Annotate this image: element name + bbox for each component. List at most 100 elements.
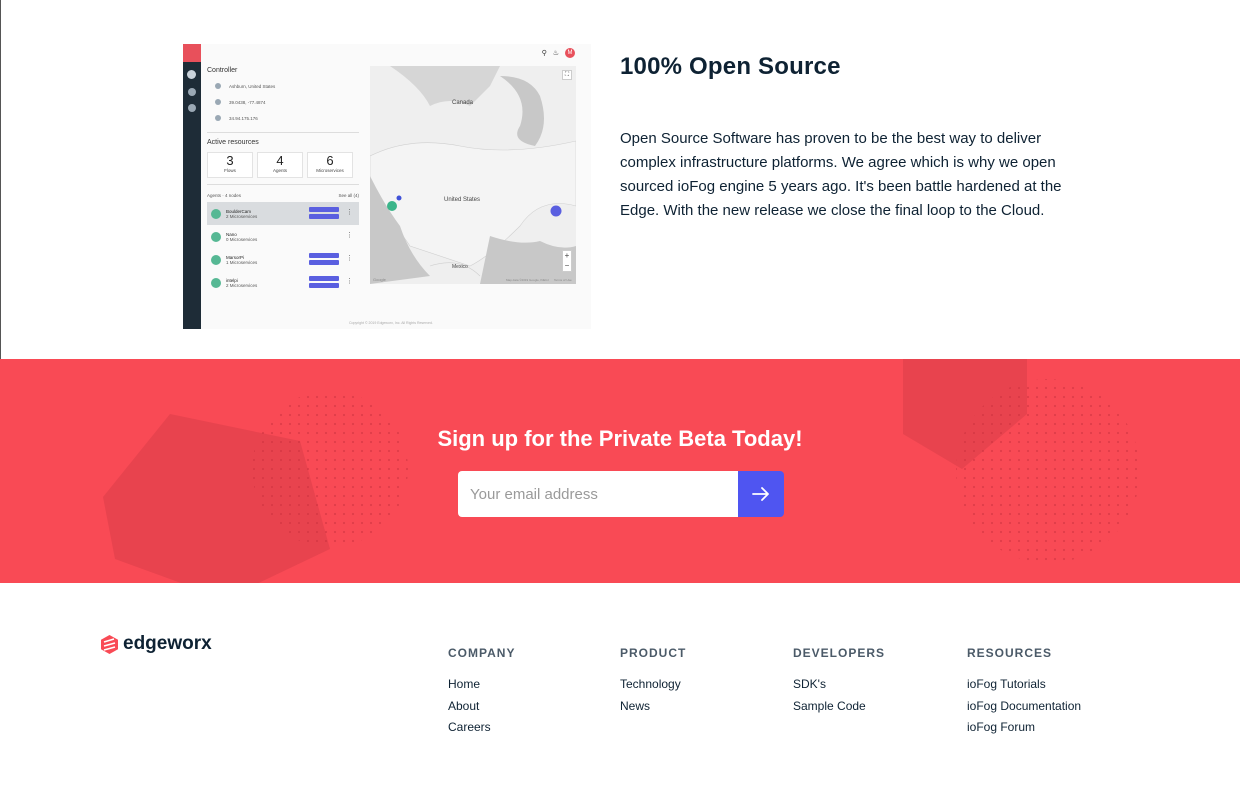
map-cluster-badge (396, 195, 402, 201)
more-options-icon[interactable]: ⋮ (346, 277, 353, 285)
map-data-label: Map data ©2019 Google, INEGI (506, 278, 549, 282)
stat-agents[interactable]: 4 Agents (257, 152, 303, 178)
screenshot-copyright: Copyright © 2019 Edgeworx, Inc. All Righ… (349, 321, 433, 325)
stat-label: Microservices (316, 168, 344, 173)
map-google-label: Google (373, 277, 387, 282)
controller-heading: Controller (207, 67, 238, 74)
agent-sub: 1 Microservices (226, 259, 258, 265)
network-icon (215, 115, 221, 121)
footer-link-careers[interactable]: Careers (448, 720, 515, 734)
agent-avatar (211, 277, 221, 288)
brand-logo[interactable]: edgeworx (101, 633, 212, 655)
agent-avatar (211, 231, 221, 242)
active-resources-heading: Active resources (207, 139, 259, 146)
signup-title: Sign up for the Private Beta Today! (437, 426, 803, 451)
agents-header: Agents · 4 nodes See all (4) (207, 193, 359, 198)
stat-label: Flows (224, 168, 236, 173)
map-label-us: United States (444, 197, 480, 203)
zoom-controls: + − (562, 250, 572, 272)
map-label-canada: Canada (452, 100, 474, 106)
signup-form (458, 471, 784, 517)
brand-name: edgeworx (123, 633, 212, 654)
controller-coordinates: 39.0438, -77.4874 (229, 99, 266, 105)
footer-column-developers: DEVELOPERS SDK's Sample Code (793, 646, 885, 720)
more-options-icon[interactable]: ⋮ (346, 231, 353, 239)
email-input[interactable] (458, 471, 738, 517)
map-marker-west (387, 201, 397, 211)
footer-link-technology[interactable]: Technology (620, 677, 686, 691)
agent-row[interactable]: intelpi 2 Microservices ⋮ (207, 271, 359, 294)
edgeworx-logo-icon (101, 634, 118, 654)
avatar-icon: M (565, 48, 575, 58)
more-options-icon[interactable]: ⋮ (346, 208, 353, 216)
agent-avatar (211, 254, 221, 265)
search-icon: ⚲ (541, 50, 547, 57)
footer-link-sdks[interactable]: SDK's (793, 677, 885, 691)
crosshair-icon (215, 99, 221, 105)
microservice-tag (309, 276, 339, 281)
arrow-right-icon (752, 487, 769, 501)
footer-heading: RESOURCES (967, 646, 1053, 660)
map-label-mexico: Mexico (452, 264, 468, 270)
map-marker-east (550, 205, 562, 217)
bell-icon: ♨ (552, 50, 559, 57)
agents-heading: Agents · 4 nodes (207, 193, 242, 198)
agent-row[interactable]: Nano 0 Microservices ⋮ (207, 225, 359, 248)
footer-link-iofog-forum[interactable]: ioFog Forum (967, 720, 1081, 734)
footer-column-company: COMPANY Home About Careers (448, 646, 515, 742)
screenshot-sidebar (183, 44, 201, 329)
footer-link-iofog-documentation[interactable]: ioFog Documentation (967, 699, 1081, 713)
divider (207, 184, 359, 185)
site-footer: edgeworx COMPANY Home About Careers PROD… (0, 583, 1240, 800)
footer-link-iofog-tutorials[interactable]: ioFog Tutorials (967, 677, 1081, 691)
dashboard-icon (187, 70, 196, 79)
footer-link-news[interactable]: News (620, 699, 686, 713)
map-graphic: Canada United States Mexico Google Map d… (370, 66, 576, 284)
screenshot-topbar: ⚲ ♨ M (542, 48, 575, 58)
feature-description: Open Source Software has proven to be th… (620, 130, 1062, 219)
dot-pattern-left (252, 391, 408, 547)
location-icon (215, 83, 221, 89)
agent-avatar (211, 208, 221, 219)
feature-title: 100% Open Source (620, 53, 841, 80)
zoom-in-icon[interactable]: + (563, 251, 571, 261)
divider (207, 132, 359, 133)
fullscreen-icon[interactable]: ⛶ (562, 70, 572, 80)
resource-stats: 3 Flows 4 Agents 6 Microservices (207, 152, 359, 178)
microservice-tag (309, 283, 339, 288)
footer-column-product: PRODUCT Technology News (620, 646, 686, 720)
feature-section: ⚲ ♨ M Controller Ashburn, United States … (0, 0, 1240, 359)
footer-heading: PRODUCT (620, 646, 687, 660)
stat-value: 4 (276, 153, 284, 168)
submit-button[interactable] (738, 471, 784, 517)
agent-row[interactable]: BoulderCam 2 Microservices ⋮ (207, 202, 359, 225)
agent-row[interactable]: MarsorPi 1 Microservices ⋮ (207, 248, 359, 271)
footer-link-sample-code[interactable]: Sample Code (793, 699, 885, 713)
stat-flows[interactable]: 3 Flows (207, 152, 253, 178)
map-terms-label: Terms of Use (554, 278, 572, 282)
signup-section: Sign up for the Private Beta Today! (0, 359, 1240, 583)
settings-icon (188, 104, 196, 112)
footer-link-home[interactable]: Home (448, 677, 515, 691)
microservice-tag (309, 214, 339, 219)
microservice-tag (309, 253, 339, 258)
nodes-icon (188, 88, 196, 96)
more-options-icon[interactable]: ⋮ (346, 254, 353, 262)
controller-panel: Controller Ashburn, United States 39.043… (207, 62, 359, 294)
controller-location: Ashburn, United States (229, 83, 276, 89)
footer-heading: DEVELOPERS (793, 646, 886, 660)
product-screenshot: ⚲ ♨ M Controller Ashburn, United States … (183, 44, 591, 329)
stat-value: 6 (326, 153, 334, 168)
controller-ip: 34.94.175.176 (229, 115, 258, 121)
zoom-out-icon[interactable]: − (563, 261, 571, 271)
map-view[interactable]: Canada United States Mexico Google Map d… (370, 66, 576, 284)
dot-pattern-right (956, 379, 1140, 563)
microservice-tag (309, 207, 339, 212)
stat-value: 3 (226, 153, 234, 168)
see-all-link[interactable]: See all (4) (338, 193, 359, 198)
stat-microservices[interactable]: 6 Microservices (307, 152, 353, 178)
microservice-tag (309, 260, 339, 265)
stat-label: Agents (272, 168, 287, 173)
footer-link-about[interactable]: About (448, 699, 515, 713)
agent-sub: 2 Microservices (226, 213, 258, 219)
